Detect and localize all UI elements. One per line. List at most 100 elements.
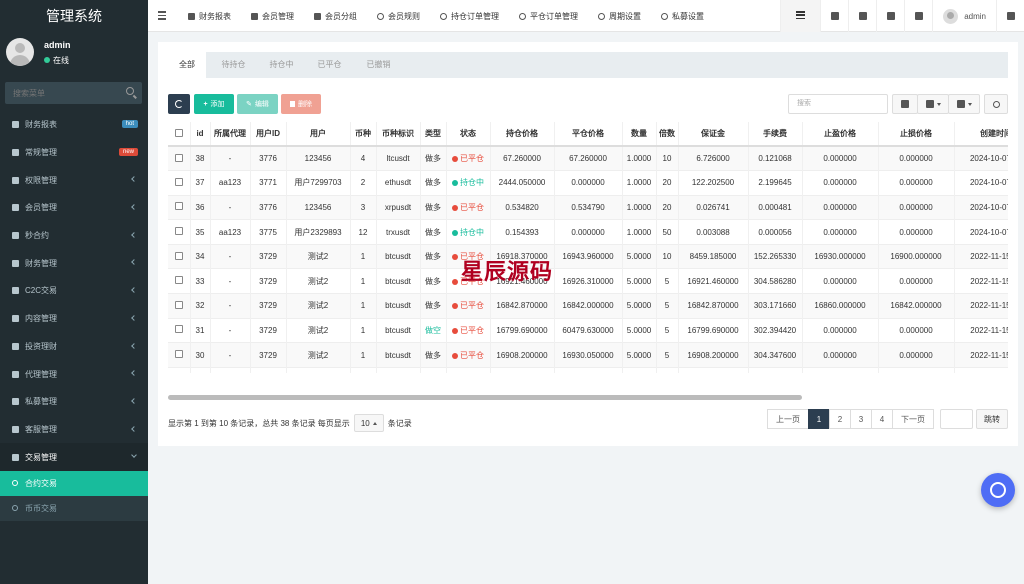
refresh-button[interactable] [168, 94, 190, 114]
sidebar-toggle-icon[interactable] [158, 11, 166, 22]
tab-closed[interactable]: 已平仓 [307, 52, 352, 78]
tab-member[interactable]: 会员管理 [241, 0, 304, 32]
sidebar-item-trade[interactable]: 交易管理 [0, 443, 148, 471]
clear-cache-button[interactable] [848, 0, 876, 32]
column-header[interactable]: 所属代理 [210, 122, 251, 147]
sidebar-item-content[interactable]: 内容管理 [0, 305, 148, 333]
column-header[interactable]: 状态 [446, 122, 491, 147]
row-checkbox[interactable] [168, 366, 191, 373]
sidebar-item-finance-report[interactable]: 财务报表 hot [0, 111, 148, 139]
table-row[interactable]: 32 - 3729 测试2 1 btcusdt 做多 已平仓 16842.870000 16842… [168, 293, 1008, 319]
table-cell: 16799.690000 [490, 317, 555, 343]
edit-button[interactable]: ✎ 编辑 [237, 94, 278, 114]
toggle-view-button[interactable] [892, 94, 918, 114]
table-row[interactable]: 29-3729测试21btcusdt做多已平仓16918.57000016935… [168, 366, 1008, 373]
page-2-button[interactable]: 2 [829, 409, 851, 429]
tab-period-settings[interactable]: 周期设置 [588, 0, 651, 32]
column-header[interactable]: 平仓价格 [554, 122, 623, 147]
app-logo[interactable]: 管理系统 [0, 0, 148, 32]
tab-open-orders[interactable]: 持仓订单管理 [430, 0, 509, 32]
tab-cancelled[interactable]: 已撤销 [356, 52, 401, 78]
sidebar-item-service[interactable]: 客服管理 [0, 416, 148, 444]
table-row[interactable]: 30 - 3729 测试2 1 btcusdt 做多 已平仓 16908.200000 16930… [168, 342, 1008, 368]
cell-value: 12 [358, 227, 368, 237]
column-header[interactable]: 用户 [286, 122, 351, 147]
tab-member-rule[interactable]: 会员规则 [367, 0, 430, 32]
page-jump-button[interactable]: 跳转 [976, 409, 1008, 429]
fullscreen-button[interactable] [904, 0, 932, 32]
row-checkbox[interactable] [168, 145, 191, 171]
page-4-button[interactable]: 4 [871, 409, 893, 429]
page-jump-input[interactable] [940, 409, 973, 429]
page-1-button[interactable]: 1 [808, 409, 830, 429]
sidebar-item-private[interactable]: 私募管理 [0, 388, 148, 416]
select-all-checkbox[interactable] [168, 122, 191, 147]
table-row[interactable]: 38 - 3776 123456 4 ltcusdt 做多 已平仓 67.260000 67.26… [168, 145, 1008, 171]
settings-button[interactable] [996, 0, 1024, 32]
column-header[interactable]: 持仓价格 [490, 122, 555, 147]
column-header[interactable]: 保证金 [678, 122, 749, 147]
tab-pending[interactable]: 待持仓 [211, 52, 256, 78]
sidebar-item-c2c[interactable]: C2C交易 [0, 277, 148, 305]
delete-button[interactable]: 删除 [281, 94, 321, 114]
sidebar-item-invest[interactable]: 投资理财 [0, 333, 148, 361]
prev-page-button[interactable]: 上一页 [767, 409, 809, 429]
row-checkbox[interactable] [168, 293, 191, 319]
tab-holding[interactable]: 持仓中 [259, 52, 304, 78]
column-header[interactable]: id [190, 122, 211, 147]
column-header[interactable]: 止盈价格 [802, 122, 879, 147]
add-button[interactable]: + 添加 [194, 94, 234, 114]
table-row[interactable]: 35 aa123 3775 用户2329893 12 trxusdt 做多 持仓中 0.1543… [168, 219, 1008, 245]
table-row[interactable]: 34-3729 测试2 1 btcusdt 做多 已平仓 16918.370000 16943… [168, 243, 1008, 269]
table-row[interactable]: 37 aa123 3771 用户7299703 2 ethusdt 做多 持仓中 2444.05… [168, 170, 1008, 196]
row-checkbox[interactable] [168, 342, 191, 368]
export-dropdown[interactable] [948, 94, 980, 114]
row-checkbox[interactable] [168, 170, 191, 196]
row-checkbox[interactable] [168, 268, 191, 294]
user-menu[interactable]: admin [932, 0, 996, 32]
column-header[interactable]: 类型 [420, 122, 447, 147]
table-row[interactable]: 31 - 3729 测试2 1 btcusdt 做空 已平仓 16799.690000 60479… [168, 317, 1008, 343]
sidebar-item-finance[interactable]: 财务管理 [0, 249, 148, 277]
row-checkbox[interactable] [168, 194, 191, 220]
column-header[interactable]: 手续费 [748, 122, 803, 147]
horizontal-scrollbar[interactable] [168, 395, 802, 400]
row-checkbox[interactable] [168, 243, 191, 269]
sidebar-item-permission[interactable]: 权限管理 [0, 166, 148, 194]
advanced-search-button[interactable] [984, 94, 1008, 114]
column-header[interactable]: 币种 [350, 122, 377, 147]
columns-dropdown[interactable] [917, 94, 949, 114]
sidebar-item-agent[interactable]: 代理管理 [0, 360, 148, 388]
tab-list-dropdown[interactable] [780, 0, 821, 32]
tab-finance-report[interactable]: 财务报表 [178, 0, 241, 32]
row-checkbox[interactable] [168, 219, 191, 245]
menu-search-input[interactable] [5, 82, 115, 104]
column-header[interactable]: 币种标识 [376, 122, 421, 147]
sidebar-subitem-contract[interactable]: 合约交易 [0, 470, 148, 496]
sidebar-item-second-contract[interactable]: 秒合约 [0, 222, 148, 250]
page-3-button[interactable]: 3 [850, 409, 872, 429]
sidebar-subitem-spot[interactable]: 币币交易 [0, 495, 148, 521]
column-header[interactable]: 创建时间 [954, 122, 1008, 147]
column-header[interactable]: 止损价格 [878, 122, 955, 147]
column-header[interactable]: 倍数 [656, 122, 679, 147]
language-button[interactable] [876, 0, 904, 32]
chat-button[interactable] [981, 473, 1015, 507]
tab-all[interactable]: 全部 [168, 52, 206, 78]
sidebar-item-member[interactable]: 会员管理 [0, 194, 148, 222]
column-header[interactable]: 数量 [622, 122, 657, 147]
next-page-button[interactable]: 下一页 [892, 409, 934, 429]
sidebar-item-general[interactable]: 常规管理 new [0, 139, 148, 167]
table-cell: 30 [190, 342, 211, 368]
tab-private-settings[interactable]: 私募设置 [651, 0, 714, 32]
tab-closed-orders[interactable]: 平仓订单管理 [509, 0, 588, 32]
tab-member-group[interactable]: 会员分组 [304, 0, 367, 32]
table-row[interactable]: 33-3729 测试2 1 btcusdt 做多 已平仓 16921.460000 16926… [168, 268, 1008, 294]
table-search-input[interactable]: 搜索 [788, 94, 888, 114]
table-row[interactable]: 36 - 3776 123456 3 xrpusdt 做多 已平仓 0.534820 0.5347… [168, 194, 1008, 220]
column-header[interactable]: 用户ID [250, 122, 287, 147]
search-icon[interactable] [126, 87, 134, 95]
row-checkbox[interactable] [168, 317, 191, 343]
page-size-dropdown[interactable]: 10 [353, 414, 384, 432]
home-button[interactable] [820, 0, 848, 32]
